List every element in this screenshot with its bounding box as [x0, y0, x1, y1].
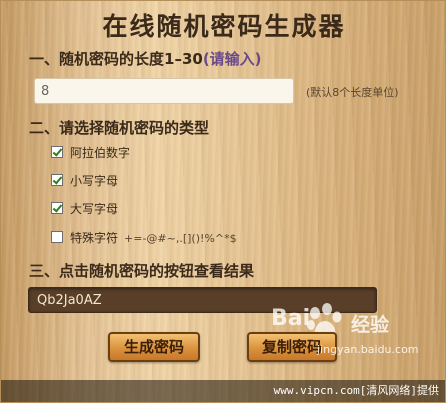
password-generator-page: 在线随机密码生成器 一、随机密码的长度1–30(请输入) 8 (默认8个长度单位… — [0, 0, 446, 403]
section-result-heading: 三、点击随机密码的按钮查看结果 — [29, 262, 255, 280]
page-title: 在线随机密码生成器 — [102, 12, 346, 41]
special-symbols: +=-@#~,.[]()!%^*$ — [124, 231, 237, 245]
special-checkbox[interactable] — [51, 231, 63, 243]
generate-password-button[interactable]: 生成密码 — [108, 332, 200, 362]
special-label-text: 特殊字符 — [70, 230, 119, 245]
footer-text: www.vipcn.com[清风网络]提供 — [273, 384, 439, 397]
lowercase-checkbox[interactable] — [51, 174, 63, 186]
length-input[interactable]: 8 — [34, 78, 294, 104]
digits-checkbox[interactable] — [51, 146, 63, 158]
option-special[interactable]: 特殊字符 +=-@#~,.[]()!%^*$ — [51, 229, 237, 245]
lowercase-label: 小写字母 — [70, 173, 119, 188]
option-lowercase[interactable]: 小写字母 — [51, 172, 118, 188]
section-type-heading: 二、请选择随机密码的类型 — [29, 119, 210, 137]
footer-bar: www.vipcn.com[清风网络]提供 — [1, 380, 445, 402]
special-label: 特殊字符 +=-@#~,.[]()!%^*$ — [70, 229, 237, 246]
option-digits[interactable]: 阿拉伯数字 — [51, 144, 130, 160]
option-uppercase[interactable]: 大写字母 — [51, 200, 118, 216]
digits-label: 阿拉伯数字 — [70, 145, 131, 160]
uppercase-label: 大写字母 — [70, 201, 119, 216]
length-default-note: (默认8个长度单位) — [306, 86, 399, 99]
section-length-hint: (请输入) — [202, 50, 262, 68]
watermark-brand: Bai — [271, 306, 311, 331]
uppercase-checkbox[interactable] — [51, 202, 63, 214]
watermark-url: jingyan.baidu.com — [317, 343, 419, 356]
watermark-brand-suffix: 经验 — [351, 314, 390, 336]
section-length-label: 一、随机密码的长度1–30 — [29, 50, 203, 68]
section-length-heading: 一、随机密码的长度1–30(请输入) — [29, 48, 262, 69]
